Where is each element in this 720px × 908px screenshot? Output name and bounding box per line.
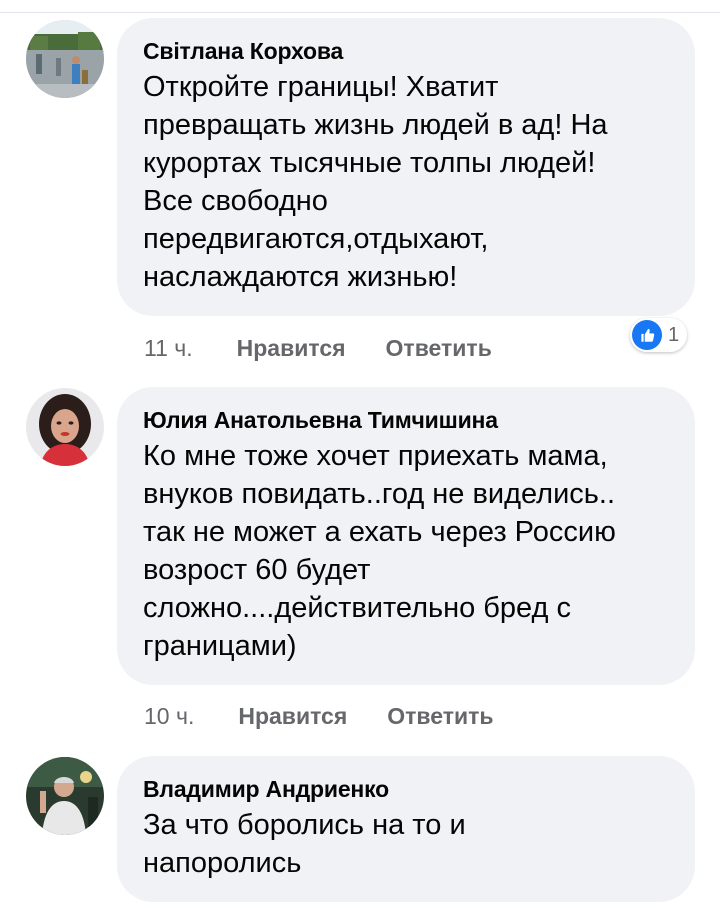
reaction-count: 1 <box>668 323 680 346</box>
comment-author[interactable]: Світлана Корхова <box>143 36 669 66</box>
reply-button[interactable]: Ответить <box>387 703 493 730</box>
comment-text: Ко мне тоже хочет приехать мама, внуков … <box>143 440 616 662</box>
comment-bubble: Владимир Андриенко За что боролись на то… <box>117 756 695 902</box>
comment-text: Откройте границы! Хватит превращать жизн… <box>143 71 608 293</box>
comment-actions: 10 ч. Нравится Ответить <box>144 701 494 731</box>
comment-author[interactable]: Владимир Андриенко <box>143 774 669 804</box>
avatar[interactable] <box>26 388 104 466</box>
comment-time[interactable]: 11 ч. <box>144 335 193 362</box>
avatar-photo-woman <box>26 388 104 466</box>
avatar[interactable] <box>26 757 104 835</box>
comment-text: За что боролись на то и напоролись <box>143 809 466 879</box>
comment-author[interactable]: Юлия Анатольевна Тимчишина <box>143 405 669 435</box>
like-button[interactable]: Нравится <box>237 335 346 362</box>
avatar-photo-city-square <box>26 20 104 98</box>
thumbs-up-icon <box>632 320 662 350</box>
comment-bubble: Юлия Анатольевна Тимчишина Ко мне тоже х… <box>117 387 695 685</box>
comment-bubble: Світлана Корхова Откройте границы! Хвати… <box>117 18 695 316</box>
avatar[interactable] <box>26 20 104 98</box>
reaction-summary[interactable]: 1 <box>630 318 688 352</box>
reply-button[interactable]: Ответить <box>386 335 492 362</box>
comment-actions: 11 ч. Нравится Ответить <box>144 333 492 363</box>
avatar-photo-man <box>26 757 104 835</box>
like-button[interactable]: Нравится <box>238 703 347 730</box>
comment-time[interactable]: 10 ч. <box>144 703 194 730</box>
top-divider <box>0 12 720 13</box>
